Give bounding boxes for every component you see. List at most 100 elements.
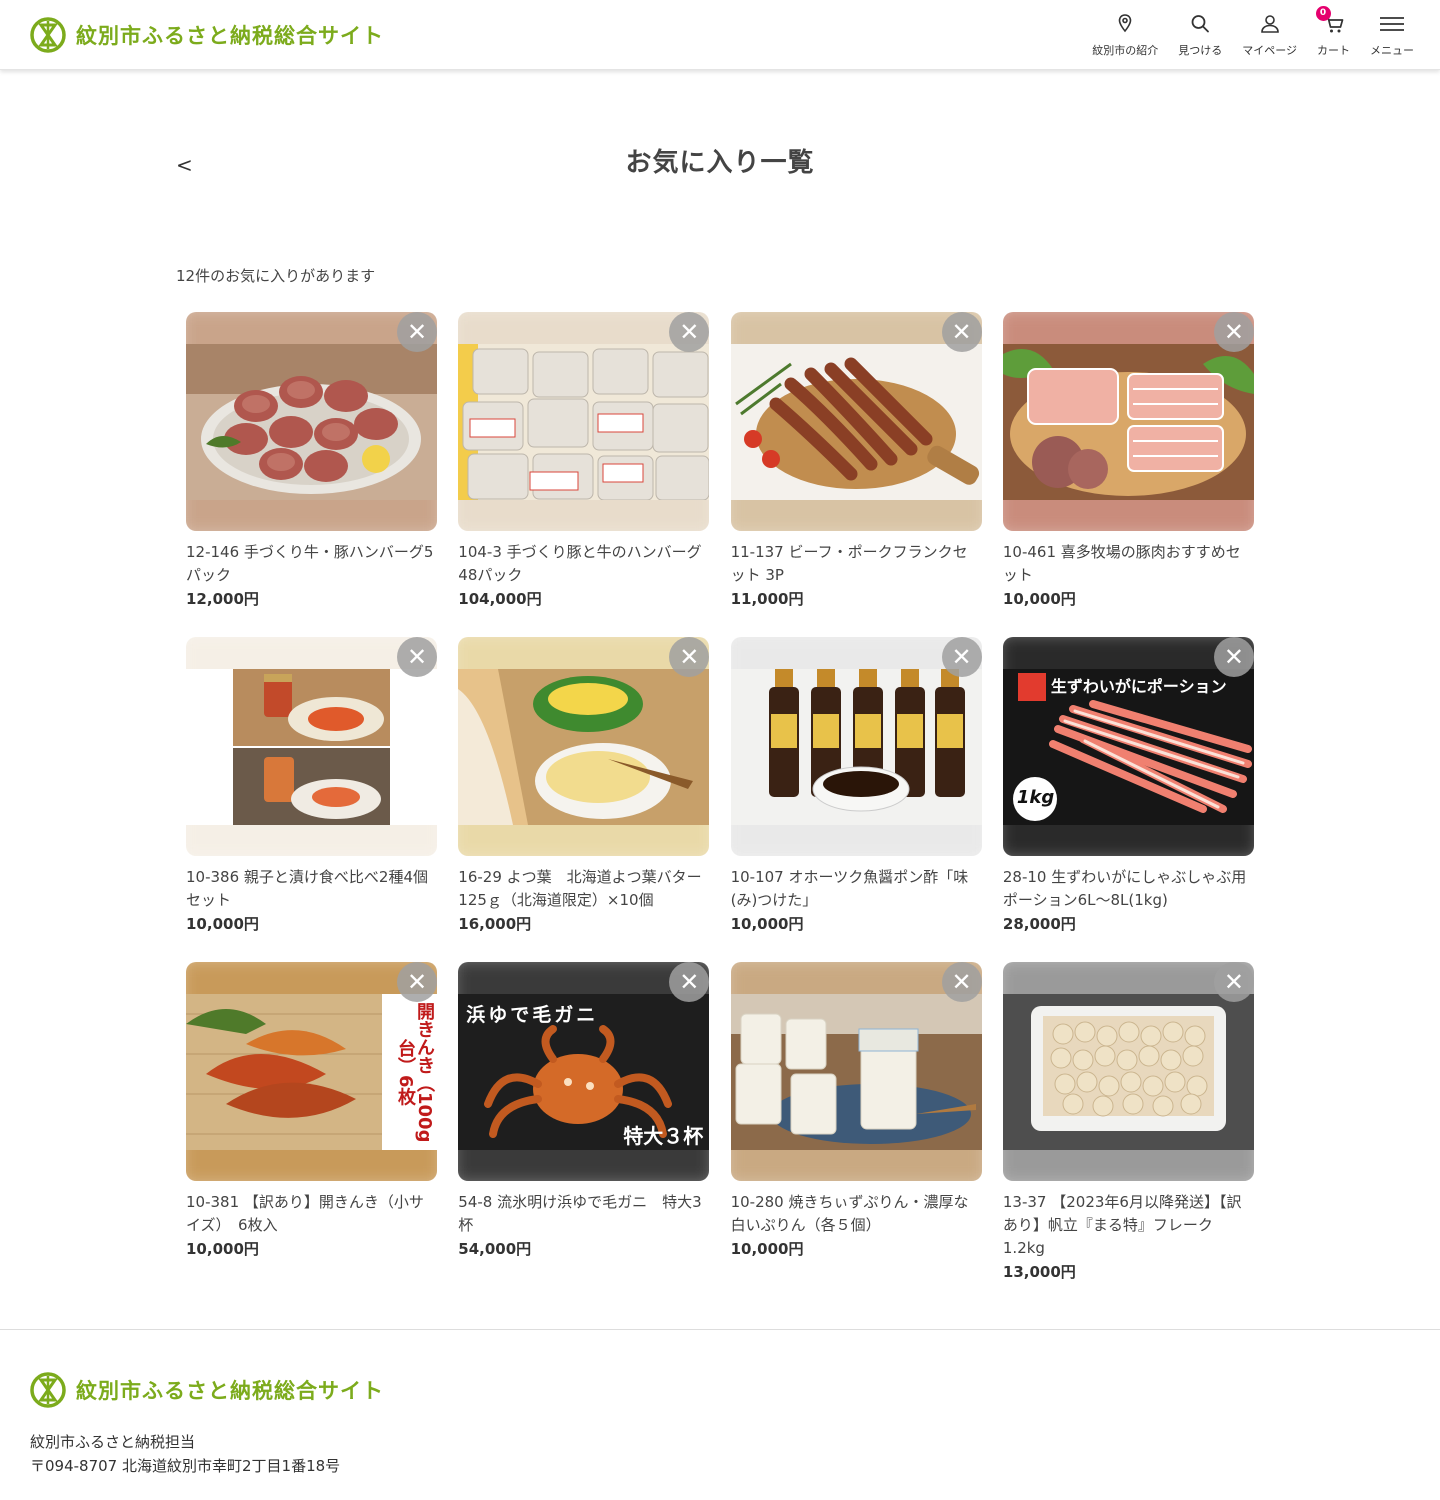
product-image: 浜ゆで毛ガニ 特大３杯 ✕ xyxy=(458,962,710,1181)
product-price: 54,000円 xyxy=(458,1240,532,1258)
product-image: ✕ xyxy=(730,312,982,531)
favorite-card[interactable]: ✕ 10-280 焼きちぃずぷりん・濃厚な白いぷりん（各５個） 10,000円 xyxy=(730,962,982,1287)
footer-logo[interactable]: 紋別市ふるさと納税総合サイト xyxy=(30,1372,384,1408)
product-image: ✕ xyxy=(458,312,710,531)
product-name: 10-381 【訳あり】開きんき（小サイズ） 6枚入 xyxy=(186,1193,424,1234)
product-price: 11,000円 xyxy=(730,590,804,608)
product-price: 10,000円 xyxy=(730,1240,804,1258)
product-name: 12-146 手づくり牛・豚ハンバーグ5パック xyxy=(186,543,434,584)
product-price: 13,000円 xyxy=(1002,1263,1076,1281)
product-image: ✕ xyxy=(186,312,437,531)
butter-photo xyxy=(458,669,710,825)
favorite-card[interactable]: ✕ 10-107 オホーツク魚醤ポン酢「味(み)つけた」 10,000円 xyxy=(730,637,982,962)
product-name: 10-107 オホーツク魚醤ポン酢「味(み)つけた」 xyxy=(730,868,969,909)
remove-favorite-button[interactable]: ✕ xyxy=(1213,312,1254,352)
favorite-card[interactable]: 浜ゆで毛ガニ 特大３杯 ✕ 54-8 流氷明け浜ゆで毛ガニ 特大3杯 54,00… xyxy=(458,962,710,1287)
favorites-grid: ✕ 12-146 手づくり牛・豚ハンバーグ5パック 12,000円 ✕ 104-… xyxy=(186,312,1254,1287)
product-image: ✕ xyxy=(730,962,982,1181)
hamburg-packs-photo xyxy=(458,344,710,500)
product-price: 10,000円 xyxy=(186,915,259,933)
remove-favorite-button[interactable]: ✕ xyxy=(941,637,982,677)
remove-favorite-button[interactable]: ✕ xyxy=(941,962,982,1002)
site-footer: 紋別市ふるさと納税総合サイト 紋別市ふるさと納税担当 〒094-8707 北海道… xyxy=(0,1329,1440,1500)
nav-label: メニュー xyxy=(1370,44,1414,57)
favorite-card[interactable]: 生ずわいがにポーション 1kg ✕ 28-10 生ずわいがにしゃぶしゃぶ用ポーシ… xyxy=(1002,637,1254,962)
ponzu-bottles-photo xyxy=(730,669,982,825)
nav-item-menu[interactable]: メニュー xyxy=(1370,12,1414,58)
search-icon xyxy=(1191,15,1210,33)
nav-item-mypage[interactable]: マイページ xyxy=(1242,12,1297,58)
product-name: 11-137 ビーフ・ポークフランクセット 3P xyxy=(730,543,968,584)
product-image: 開きんき（100g台）6枚 ✕ xyxy=(186,962,437,1181)
product-price: 10,000円 xyxy=(186,1240,259,1258)
favorite-card[interactable]: 開きんき（100g台）6枚 ✕ 10-381 【訳あり】開きんき（小サイズ） 6… xyxy=(186,962,437,1287)
product-price: 16,000円 xyxy=(458,915,532,933)
product-image: ✕ xyxy=(1002,312,1254,531)
favorite-card[interactable]: ✕ 16-29 よつ葉 北海道よつ葉バター125ｇ（北海道限定）×10個 16,… xyxy=(458,637,710,962)
product-image: ✕ xyxy=(730,637,982,856)
crab-portion-weight: 1kg xyxy=(1016,787,1055,808)
product-name: 16-29 よつ葉 北海道よつ葉バター125ｇ（北海道限定）×10個 xyxy=(458,868,702,909)
footer-site-name: 紋別市ふるさと納税総合サイト xyxy=(76,1379,384,1403)
pork-set-photo xyxy=(1002,344,1254,500)
product-name: 54-8 流氷明け浜ゆで毛ガニ 特大3杯 xyxy=(458,1193,702,1234)
scallop-photo xyxy=(1002,994,1254,1150)
product-name: 10-280 焼きちぃずぷりん・濃厚な白いぷりん（各５個） xyxy=(730,1193,969,1234)
nav-label: マイページ xyxy=(1242,44,1297,57)
remove-favorite-button[interactable]: ✕ xyxy=(397,312,437,352)
product-image: ✕ xyxy=(1002,962,1254,1181)
nav-item-about[interactable]: 紋別市の紹介 xyxy=(1092,12,1158,58)
remove-favorite-button[interactable]: ✕ xyxy=(397,637,437,677)
page-title: お気に入り一覧 xyxy=(625,148,815,178)
footer-address: 〒094-8707 北海道紋別市幸町2丁目1番18号 xyxy=(30,1457,341,1475)
nav-item-search[interactable]: 見つける xyxy=(1178,12,1222,58)
city-emblem-icon xyxy=(30,17,66,53)
cart-count-badge: 0 xyxy=(1315,6,1331,21)
product-price: 10,000円 xyxy=(1002,590,1076,608)
site-logo[interactable]: 紋別市ふるさと納税総合サイト xyxy=(30,17,384,53)
kegani-badge: 特大３杯 xyxy=(623,1124,704,1148)
favorite-card[interactable]: ✕ 104-3 手づくり豚と牛のハンバーグ 48パック 104,000円 xyxy=(458,312,710,637)
product-name: 104-3 手づくり豚と牛のハンバーグ 48パック xyxy=(458,543,702,584)
nav-label: カート xyxy=(1317,44,1350,57)
hamburg-photo xyxy=(186,344,437,500)
product-name: 10-461 喜多牧場の豚肉おすすめセット xyxy=(1002,543,1241,584)
city-emblem-icon xyxy=(30,1372,66,1408)
favorite-card[interactable]: ✕ 10-461 喜多牧場の豚肉おすすめセット 10,000円 xyxy=(1002,312,1254,637)
product-name: 28-10 生ずわいがにしゃぶしゃぶ用ポーション6L〜8L(1kg) xyxy=(1002,868,1247,909)
product-image: 生ずわいがにポーション 1kg ✕ xyxy=(1002,637,1254,856)
user-icon xyxy=(1260,15,1279,33)
crab-portion-label: 生ずわいがにポーション xyxy=(1050,677,1227,696)
kegani-title: 浜ゆで毛ガニ xyxy=(466,1004,599,1026)
product-name: 10-386 親子と漬け食べ比べ2種4個セット xyxy=(186,868,428,909)
favorite-card[interactable]: ✕ 11-137 ビーフ・ポークフランクセット 3P 11,000円 xyxy=(730,312,982,637)
product-price: 12,000円 xyxy=(186,590,259,608)
product-price: 104,000円 xyxy=(458,590,542,608)
product-image: ✕ xyxy=(458,637,710,856)
nav-item-cart[interactable]: 0 カート xyxy=(1315,6,1350,58)
remove-favorite-button[interactable]: ✕ xyxy=(941,312,982,352)
footer-organization: 紋別市ふるさと納税担当 xyxy=(30,1433,196,1451)
product-price: 10,000円 xyxy=(730,915,804,933)
product-name: 13-37 【2023年6月以降発送】【訳あり】帆立『まる特』フレーク 1.2k… xyxy=(1002,1193,1242,1257)
product-price: 28,000円 xyxy=(1002,915,1076,933)
favorite-card[interactable]: ✕ 12-146 手づくり牛・豚ハンバーグ5パック 12,000円 xyxy=(186,312,437,637)
sausage-photo xyxy=(730,344,982,500)
site-name: 紋別市ふるさと納税総合サイト xyxy=(76,24,384,48)
header-nav: 紋別市の紹介 見つける マイページ 0 カート メニュー xyxy=(1072,6,1414,58)
nav-label: 紋別市の紹介 xyxy=(1092,44,1159,57)
nav-label: 見つける xyxy=(1178,44,1223,57)
remove-favorite-button[interactable]: ✕ xyxy=(397,962,437,1002)
product-image: ✕ xyxy=(186,637,437,856)
favorite-card[interactable]: ✕ 13-37 【2023年6月以降発送】【訳あり】帆立『まる特』フレーク 1.… xyxy=(1002,962,1254,1287)
map-pin-icon xyxy=(1118,14,1132,33)
menu-icon xyxy=(1380,17,1404,31)
cart-icon-wrap: 0 xyxy=(1315,6,1346,36)
site-header: 紋別市ふるさと納税総合サイト 紋別市の紹介 見つける マイページ 0 カート メ… xyxy=(0,0,1440,70)
remove-favorite-button[interactable]: ✕ xyxy=(1213,962,1254,1002)
favorite-card[interactable]: ✕ 10-386 親子と漬け食べ比べ2種4個セット 10,000円 xyxy=(186,637,437,962)
salmon-roe-photo xyxy=(186,669,437,825)
pudding-photo xyxy=(730,994,982,1150)
favorites-count: 12件のお気に入りがあります xyxy=(176,267,376,285)
remove-favorite-button[interactable]: ✕ xyxy=(1213,637,1254,677)
